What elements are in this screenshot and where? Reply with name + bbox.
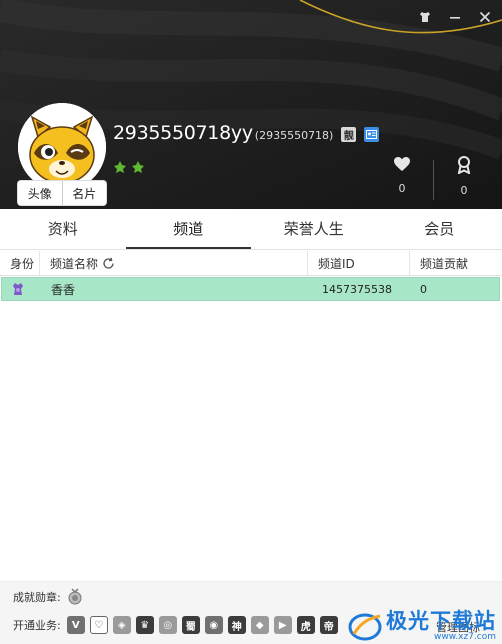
header-channel-id[interactable]: 频道ID <box>308 251 410 275</box>
role-cell <box>2 278 41 300</box>
tab-profile[interactable]: 资料 <box>0 209 126 249</box>
achievements-label: 成就勋章: <box>13 591 61 604</box>
avatar[interactable] <box>18 103 106 191</box>
services-row: 开通业务: V ♡ ◈ ♛ ◎ 蜀 ◉ 神 ◆ ▶ 虎 帝 <box>13 616 338 634</box>
emperor-service-icon[interactable]: 帝 <box>319 616 338 634</box>
watermark-logo-icon <box>348 613 382 640</box>
services-label: 开通业务: <box>13 619 61 632</box>
heart-icon <box>394 157 410 171</box>
ring-service-icon[interactable]: ◎ <box>158 616 177 634</box>
watermark-text: 极光下载站 <box>386 609 496 633</box>
business-card-icon[interactable] <box>364 127 380 142</box>
tab-member[interactable]: 会员 <box>377 209 502 249</box>
watermark-url: www.xz7.com <box>434 632 496 642</box>
leaf-icon <box>132 161 144 173</box>
leaf-icon <box>114 161 126 173</box>
header-role[interactable]: 身份 <box>0 251 40 275</box>
medal-icon[interactable] <box>67 588 83 606</box>
watermark: 极光下载站 www.xz7.com <box>348 611 496 642</box>
user-id: (2935550718) <box>254 129 334 142</box>
honor-count: 0 <box>460 184 468 197</box>
refresh-icon[interactable] <box>102 257 115 270</box>
stat-divider <box>433 160 434 200</box>
shen-service-icon[interactable]: 神 <box>227 616 246 634</box>
username: 2935550718yy <box>113 122 253 144</box>
avatar-tab-photo[interactable]: 头像 <box>18 181 62 205</box>
likes-stat[interactable]: 0 <box>382 156 422 195</box>
heart-service-icon[interactable]: ♡ <box>89 616 108 634</box>
tiger-service-icon[interactable]: 虎 <box>296 616 315 634</box>
raccoon-avatar-icon <box>18 103 106 191</box>
badge-service-icon[interactable]: ◉ <box>204 616 223 634</box>
tab-honor[interactable]: 荣誉人生 <box>251 209 377 249</box>
play-service-icon[interactable]: ▶ <box>273 616 292 634</box>
diamond-service-icon[interactable]: ◈ <box>112 616 131 634</box>
channel-table: 身份 频道名称 频道ID 频道贡献 香香 1457375538 0 <box>0 251 502 301</box>
profile-tabs: 资料 频道 荣誉人生 会员 <box>0 209 502 250</box>
service-icons: V ♡ ◈ ♛ ◎ 蜀 ◉ 神 ◆ ▶ 虎 帝 <box>66 616 338 634</box>
header-channel-name-label: 频道名称 <box>50 256 99 271</box>
level-leaves <box>113 160 145 174</box>
crown-service-icon[interactable]: ♛ <box>135 616 154 634</box>
table-row[interactable]: 香香 1457375538 0 <box>1 277 500 301</box>
gem-service-icon[interactable]: ◆ <box>250 616 269 634</box>
skin-icon[interactable] <box>416 8 434 26</box>
avatar-tabs: 头像 名片 <box>18 181 106 205</box>
close-icon[interactable] <box>476 8 494 26</box>
achievements-row: 成就勋章: <box>13 588 83 606</box>
header-contribution[interactable]: 频道贡献 <box>410 251 502 275</box>
honor-stat[interactable]: 0 <box>444 156 484 197</box>
minimize-icon[interactable] <box>446 8 464 26</box>
contribution-cell: 0 <box>420 282 427 296</box>
crown-icon <box>13 283 23 295</box>
vip-badge[interactable]: 靓 <box>341 127 357 142</box>
tab-channel[interactable]: 频道 <box>125 209 251 249</box>
channel-id-cell: 1457375538 <box>322 282 392 296</box>
window-controls <box>416 8 494 26</box>
award-icon <box>457 156 471 175</box>
footer: 成就勋章: 开通业务: V ♡ ◈ ♛ ◎ 蜀 ◉ 神 ◆ ▶ 虎 帝 管理图标… <box>0 581 502 644</box>
username-row: 2935550718yy (2935550718) 靓 <box>113 122 380 144</box>
shu-service-icon[interactable]: 蜀 <box>181 616 200 634</box>
table-header: 身份 频道名称 频道ID 频道贡献 <box>0 251 502 276</box>
channel-name-cell: 香香 <box>51 282 76 297</box>
profile-header: 头像 名片 2935550718yy (2935550718) 靓 0 0 <box>0 0 502 209</box>
likes-count: 0 <box>398 182 406 195</box>
vip-service-icon[interactable]: V <box>66 616 85 634</box>
avatar-tab-card[interactable]: 名片 <box>61 181 107 205</box>
header-channel-name[interactable]: 频道名称 <box>40 251 308 275</box>
